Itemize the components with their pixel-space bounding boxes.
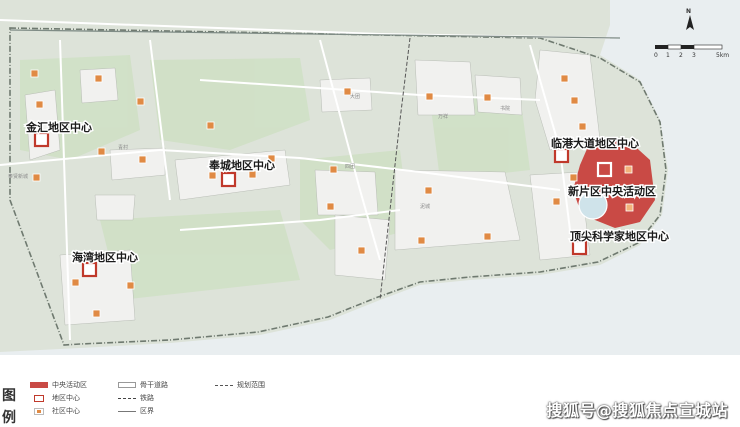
label-xinpian: 新片区中央活动区 bbox=[568, 184, 656, 198]
community-center bbox=[552, 197, 561, 206]
district-center-fengcheng bbox=[220, 171, 237, 188]
rail-swatch-icon bbox=[118, 397, 136, 399]
scale-tick: 1 bbox=[666, 52, 670, 59]
community-center bbox=[624, 165, 633, 174]
plan-boundary-swatch-icon bbox=[215, 384, 233, 386]
community-center bbox=[357, 246, 366, 255]
district-center-haiwan bbox=[81, 261, 98, 278]
legend: 图 例 中央活动区 地区中心 社区中心 骨干道路 铁路 区界 规划范围 搜狐号@… bbox=[0, 355, 740, 426]
legend-item-road: 骨干道路 bbox=[118, 380, 168, 390]
label-fengcheng: 奉城地区中心 bbox=[208, 158, 275, 172]
label-lingang: 临港大道地区中心 bbox=[551, 136, 639, 150]
community-center bbox=[136, 97, 145, 106]
scale-bar: 0 1 2 3 5km bbox=[654, 44, 729, 59]
place-label: 万祥 bbox=[438, 113, 448, 120]
legend-item-rail: 铁路 bbox=[118, 393, 154, 403]
legend-item-community: 社区中心 bbox=[30, 406, 80, 416]
boundary-swatch-icon bbox=[118, 410, 136, 412]
road-swatch-icon bbox=[118, 382, 136, 388]
orange-dot-square-icon bbox=[34, 407, 44, 415]
community-center bbox=[208, 171, 217, 180]
community-center bbox=[570, 96, 579, 105]
legend-item-central: 中央活动区 bbox=[30, 380, 87, 390]
label-jinhui: 金汇地区中心 bbox=[25, 120, 92, 134]
planning-map: 青村 四团 万祥 书院 泥城 大团 奉贤新城 金汇地区中心 奉城地区中心 海湾地… bbox=[0, 0, 740, 355]
community-center bbox=[329, 165, 338, 174]
community-center bbox=[625, 203, 634, 212]
community-center bbox=[569, 173, 578, 182]
place-label: 大团 bbox=[350, 93, 360, 100]
district-center-jinhui bbox=[33, 131, 50, 148]
community-center bbox=[578, 122, 587, 131]
scale-tick: 3 bbox=[692, 52, 696, 59]
north-label: N bbox=[686, 8, 691, 15]
community-center bbox=[126, 281, 135, 290]
scale-tick: 0 bbox=[654, 52, 658, 59]
legend-item-district: 地区中心 bbox=[30, 393, 80, 403]
community-center bbox=[417, 236, 426, 245]
community-center bbox=[483, 93, 492, 102]
place-label: 四团 bbox=[345, 164, 355, 170]
community-center bbox=[326, 202, 335, 211]
community-center bbox=[92, 309, 101, 318]
community-center bbox=[424, 186, 433, 195]
legend-item-boundary: 区界 bbox=[118, 406, 154, 416]
place-label: 泥城 bbox=[420, 203, 430, 210]
community-center bbox=[71, 278, 80, 287]
legend-item-plan: 规划范围 bbox=[215, 380, 265, 390]
community-center bbox=[206, 121, 215, 130]
red-outline-square-icon bbox=[34, 394, 44, 402]
community-center bbox=[97, 147, 106, 156]
watermark: 搜狐号@搜狐焦点宣城站 bbox=[546, 401, 728, 420]
scale-tick: 2 bbox=[679, 52, 683, 59]
community-center bbox=[425, 92, 434, 101]
community-center bbox=[30, 69, 39, 78]
legend-title-top: 图 bbox=[2, 388, 16, 404]
place-label: 书院 bbox=[500, 105, 510, 112]
community-center bbox=[35, 100, 44, 109]
scale-tick: 5km bbox=[716, 52, 729, 59]
community-center bbox=[94, 74, 103, 83]
label-haiwan: 海湾地区中心 bbox=[72, 250, 138, 264]
community-center bbox=[32, 173, 41, 182]
community-center bbox=[248, 170, 257, 179]
district-center-lingang bbox=[553, 147, 570, 164]
legend-title-bottom: 例 bbox=[2, 410, 16, 426]
community-center bbox=[483, 232, 492, 241]
red-fill-swatch-icon bbox=[30, 382, 48, 388]
label-dingjian: 顶尖科学家地区中心 bbox=[570, 229, 669, 243]
place-label: 奉贤新城 bbox=[8, 173, 28, 180]
community-center bbox=[560, 74, 569, 83]
community-center bbox=[138, 155, 147, 164]
place-label: 青村 bbox=[118, 144, 128, 151]
